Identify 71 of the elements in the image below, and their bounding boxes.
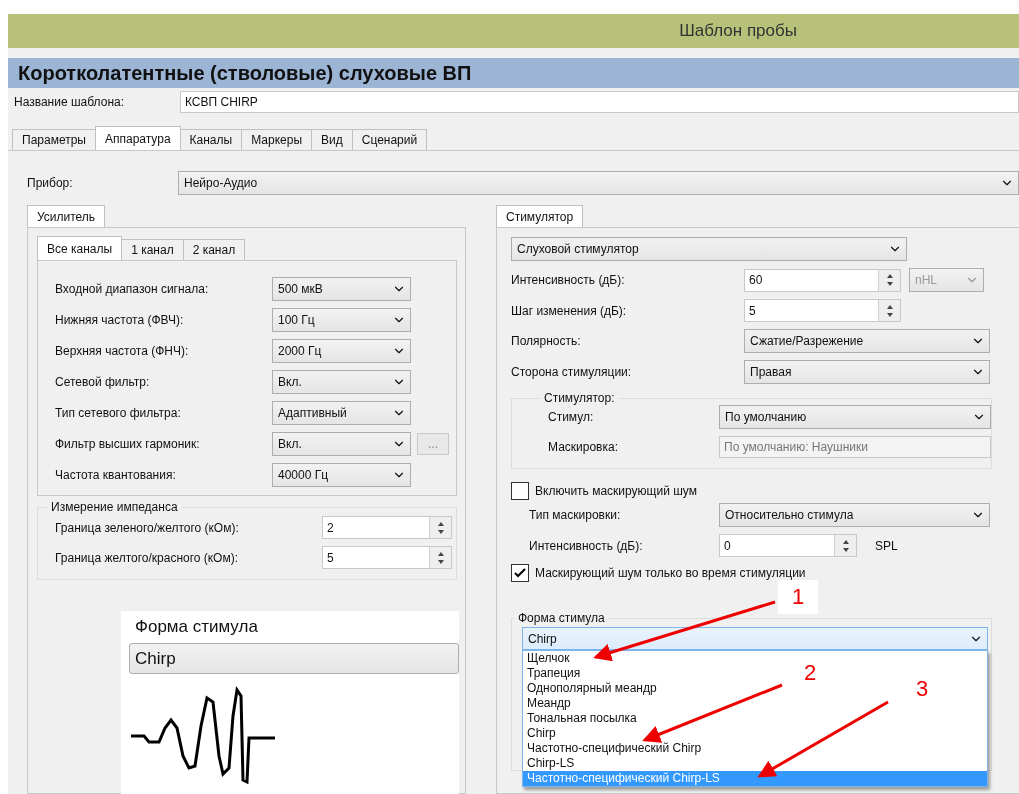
spinner-arrows-icon [885,273,894,287]
field-label: Прибор: [27,176,74,190]
dropdown[interactable]: По умолчанию [719,405,991,429]
check-icon [514,568,526,578]
field-label: Граница зеленого/желтого (кОм): [55,520,240,535]
spinner-arrows-icon [436,520,445,535]
group-title: Форма стимула [517,611,606,625]
tab[interactable]: Стимулятор [496,205,584,227]
group-title: Измерение импеданса [50,500,179,514]
dropdown[interactable]: Правая [744,360,990,384]
dropdown-option[interactable]: Меандр [523,696,987,711]
window-title: Шаблон пробы [8,14,1019,48]
dropdown[interactable]: Слуховой стимулятор [511,237,907,261]
number-field[interactable]: 5 [322,546,452,569]
template-name-field[interactable]: КСВП CHIRP [180,91,1019,113]
dropdown[interactable]: 500 мкВ [272,277,411,301]
stimulus-form-dropdown[interactable]: Chirp [522,627,988,650]
field-label: Тип маскировки: [529,508,622,522]
number-field[interactable]: 60 [744,268,901,292]
dropdown[interactable]: Адаптивный [272,401,411,425]
tab[interactable]: Сценарий [351,129,428,150]
group-title: Стимулятор: [543,391,616,405]
annotation-number: 1 [778,580,819,614]
tab[interactable]: Усилитель [27,205,106,227]
tab[interactable]: Маркеры [241,129,312,150]
dropdown[interactable]: Вкл. [272,370,411,394]
field-label: Сторона стимуляции: [511,365,633,379]
field-label: Частота квантования: [55,468,177,482]
unit-label: SPL [875,538,898,553]
field-label: Входной диапазон сигнала: [55,282,210,296]
field-label: Верхняя частота (ФНЧ): [55,344,190,358]
field-label: Нижняя частота (ФВЧ): [55,313,185,327]
number-field[interactable]: 2 [322,516,452,539]
dropdown[interactable]: 2000 Гц [272,339,411,363]
field-label: Стимул: [548,410,595,424]
field-label: Маскировка: [548,440,619,454]
field-label: Шаг изменения (дБ): [511,303,628,318]
checkbox[interactable] [511,482,529,500]
field-label: Интенсивность (дБ): [529,538,644,553]
spinner-arrows-icon [841,538,850,553]
dropdown[interactable]: 40000 Гц [272,463,411,487]
page-heading: Коротколатентные (стволовые) слуховые ВП [8,58,1019,88]
checkbox-label: Включить маскирующий шум [535,484,697,498]
dropdown[interactable]: Вкл. [272,432,411,456]
dropdown-option[interactable]: Chirp-LS [523,756,987,771]
dropdown[interactable]: Относительно стимула [719,503,990,527]
tab[interactable]: Вид [311,129,353,150]
field-label: Тип сетевого фильтра: [55,406,182,420]
field-label: Полярность: [511,334,582,348]
dropdown[interactable]: Сжатие/Разрежение [744,329,990,353]
device-dropdown[interactable]: Нейро-Аудио [178,171,1019,195]
tab[interactable]: 2 канал [182,239,246,260]
tab[interactable]: Аппаратура [94,126,181,150]
field-label: Граница желтого/красного (кОм): [55,550,240,565]
dropdown-option[interactable]: Chirp [523,726,987,741]
checkbox-label: Маскирующий шум только во время стимуляции [535,566,806,580]
dropdown-option[interactable]: Тональная посылка [523,711,987,726]
number-field[interactable]: 0 [719,534,857,557]
field-label: Фильтр высших гармоник: [55,437,201,451]
field-label: Интенсивность (дБ): [511,273,626,287]
field-label: Сетевой фильтр: [55,375,151,389]
spinner-arrows-icon [436,550,445,565]
dropdown-option[interactable]: Щелчок [523,651,987,666]
number-field[interactable]: 5 [744,299,901,322]
tab[interactable]: Параметры [12,129,96,150]
checkbox[interactable] [511,564,529,582]
tab[interactable]: Все каналы [37,236,123,260]
spinner-arrows-icon [885,303,894,318]
dropdown[interactable]: 100 Гц [272,308,411,332]
dropdown-option[interactable]: Частотно-специфический Chirp [523,741,987,756]
field-label: Название шаблона: [14,95,126,109]
